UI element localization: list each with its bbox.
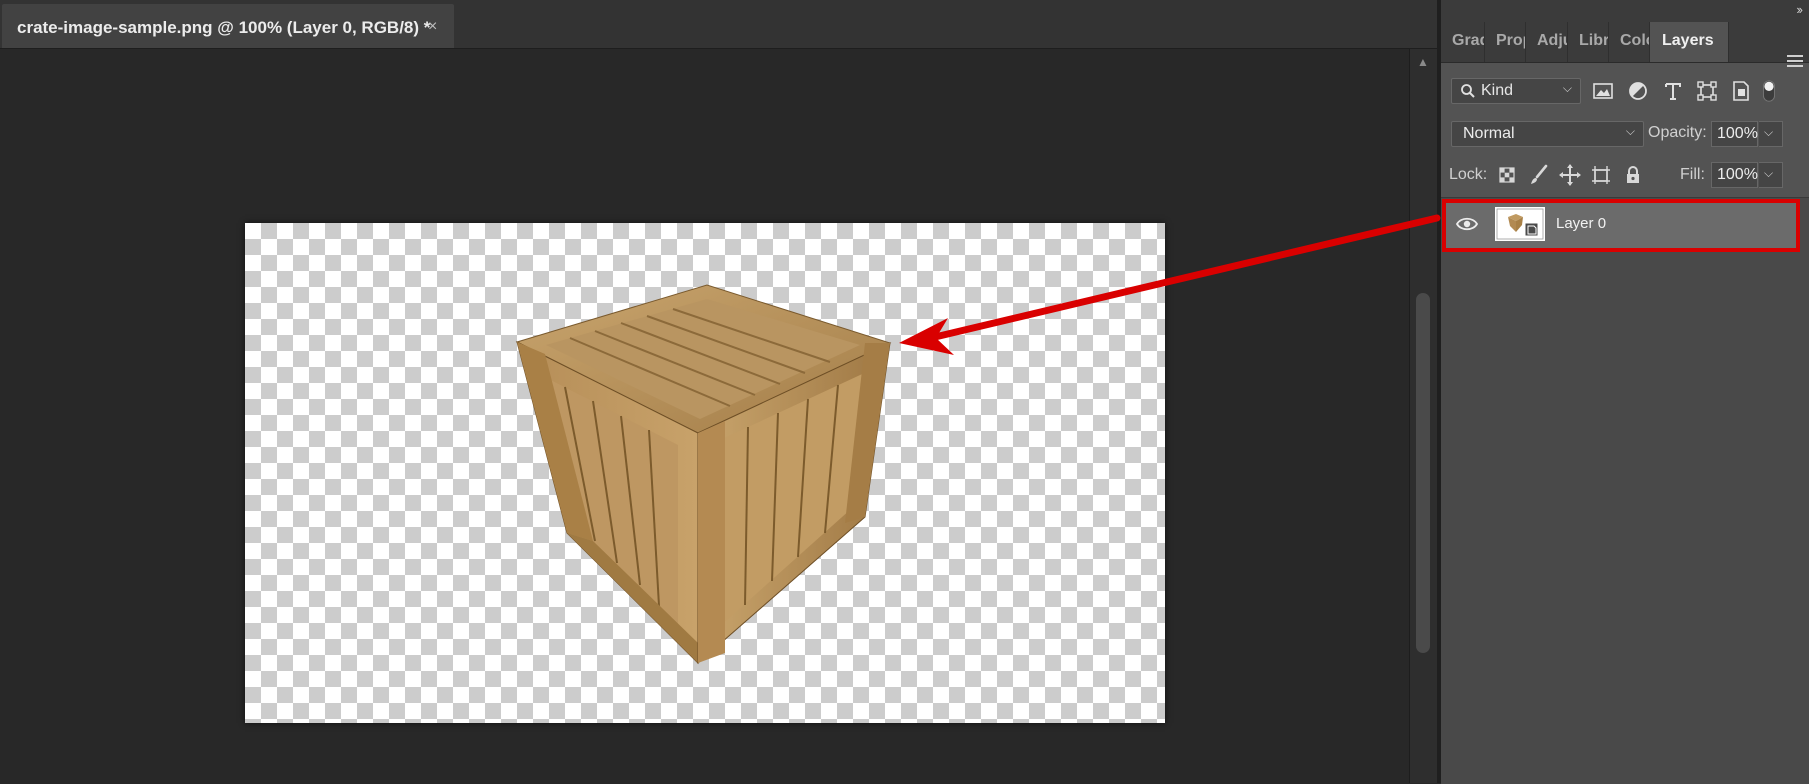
tab-layers[interactable]: Layers — [1650, 22, 1729, 62]
image-canvas[interactable] — [245, 223, 1165, 723]
document-tab[interactable]: crate-image-sample.png @ 100% (Layer 0, … — [2, 4, 454, 48]
filter-toggle-icon[interactable] — [1759, 79, 1779, 103]
layer-row[interactable]: Layer 0 — [1442, 199, 1800, 252]
layer-thumbnail[interactable] — [1495, 207, 1545, 241]
panel-tab-bar: Grad Prop Adju Libra Colo Layers — [1441, 22, 1809, 67]
chevron-down-icon: ⌵ — [1562, 81, 1572, 95]
fill-value: 100% — [1717, 166, 1758, 183]
opacity-label: Opacity: — [1648, 124, 1707, 141]
kind-label: Kind — [1481, 82, 1514, 99]
tab-color[interactable]: Colo — [1609, 22, 1650, 62]
chevron-down-icon: ⌵ — [1764, 125, 1774, 139]
panel-menu-icon[interactable] — [1787, 55, 1803, 69]
layer-kind-filter[interactable]: Kind ⌵ — [1451, 78, 1581, 104]
fill-slider-toggle[interactable]: ⌵ — [1759, 162, 1783, 188]
opacity-input[interactable]: 100% — [1711, 121, 1758, 147]
chevron-down-icon: ⌵ — [1764, 166, 1774, 180]
smart-object-filter-icon[interactable] — [1729, 79, 1753, 103]
lock-position-icon[interactable] — [1558, 163, 1582, 187]
tab-properties[interactable]: Prop — [1485, 22, 1526, 62]
opacity-value: 100% — [1717, 125, 1758, 142]
lock-transparent-pixels-icon[interactable] — [1495, 163, 1519, 187]
tab-libraries[interactable]: Libra — [1568, 22, 1609, 62]
blend-mode-value: Normal — [1463, 125, 1515, 142]
lock-artboard-icon[interactable] — [1589, 163, 1613, 187]
lock-all-icon[interactable] — [1621, 163, 1645, 187]
search-icon — [1461, 84, 1475, 98]
shape-layer-filter-icon[interactable] — [1695, 79, 1719, 103]
lock-label: Lock: — [1449, 166, 1488, 183]
opacity-slider-toggle[interactable]: ⌵ — [1759, 121, 1783, 147]
lock-image-pixels-icon[interactable] — [1527, 163, 1551, 187]
tab-gradients[interactable]: Grad — [1441, 22, 1485, 62]
blend-mode-dropdown[interactable]: Normal ⌵ — [1451, 121, 1644, 147]
fill-label: Fill: — [1680, 166, 1705, 183]
scrollbar-thumb[interactable] — [1416, 293, 1430, 653]
vertical-scrollbar[interactable]: ▲ — [1409, 49, 1438, 783]
document-tab-bar: crate-image-sample.png @ 100% (Layer 0, … — [0, 0, 1437, 49]
collapse-panels-icon[interactable]: ›› — [1796, 2, 1803, 17]
adjustment-layer-filter-icon[interactable] — [1626, 79, 1650, 103]
type-layer-filter-icon[interactable] — [1661, 79, 1685, 103]
scroll-up-icon[interactable]: ▲ — [1417, 55, 1429, 69]
layers-list[interactable]: Layer 0 — [1441, 197, 1809, 784]
layer-name[interactable]: Layer 0 — [1556, 215, 1606, 232]
crate-image — [515, 284, 892, 665]
tab-adjustments[interactable]: Adju — [1526, 22, 1568, 62]
layers-panel: ›› Grad Prop Adju Libra Colo Layers Kind… — [1441, 0, 1809, 784]
layer-thumbnail-image — [1496, 208, 1544, 240]
pixel-layer-filter-icon[interactable] — [1591, 79, 1615, 103]
document-workspace[interactable] — [0, 49, 1409, 783]
panel-header-strip: ›› — [1441, 0, 1809, 22]
fill-input[interactable]: 100% — [1711, 162, 1758, 188]
close-tab-icon[interactable]: × — [428, 18, 437, 36]
chevron-down-icon: ⌵ — [1625, 124, 1635, 138]
visibility-eye-icon[interactable] — [1455, 214, 1479, 234]
document-tab-title: crate-image-sample.png @ 100% (Layer 0, … — [17, 18, 431, 37]
